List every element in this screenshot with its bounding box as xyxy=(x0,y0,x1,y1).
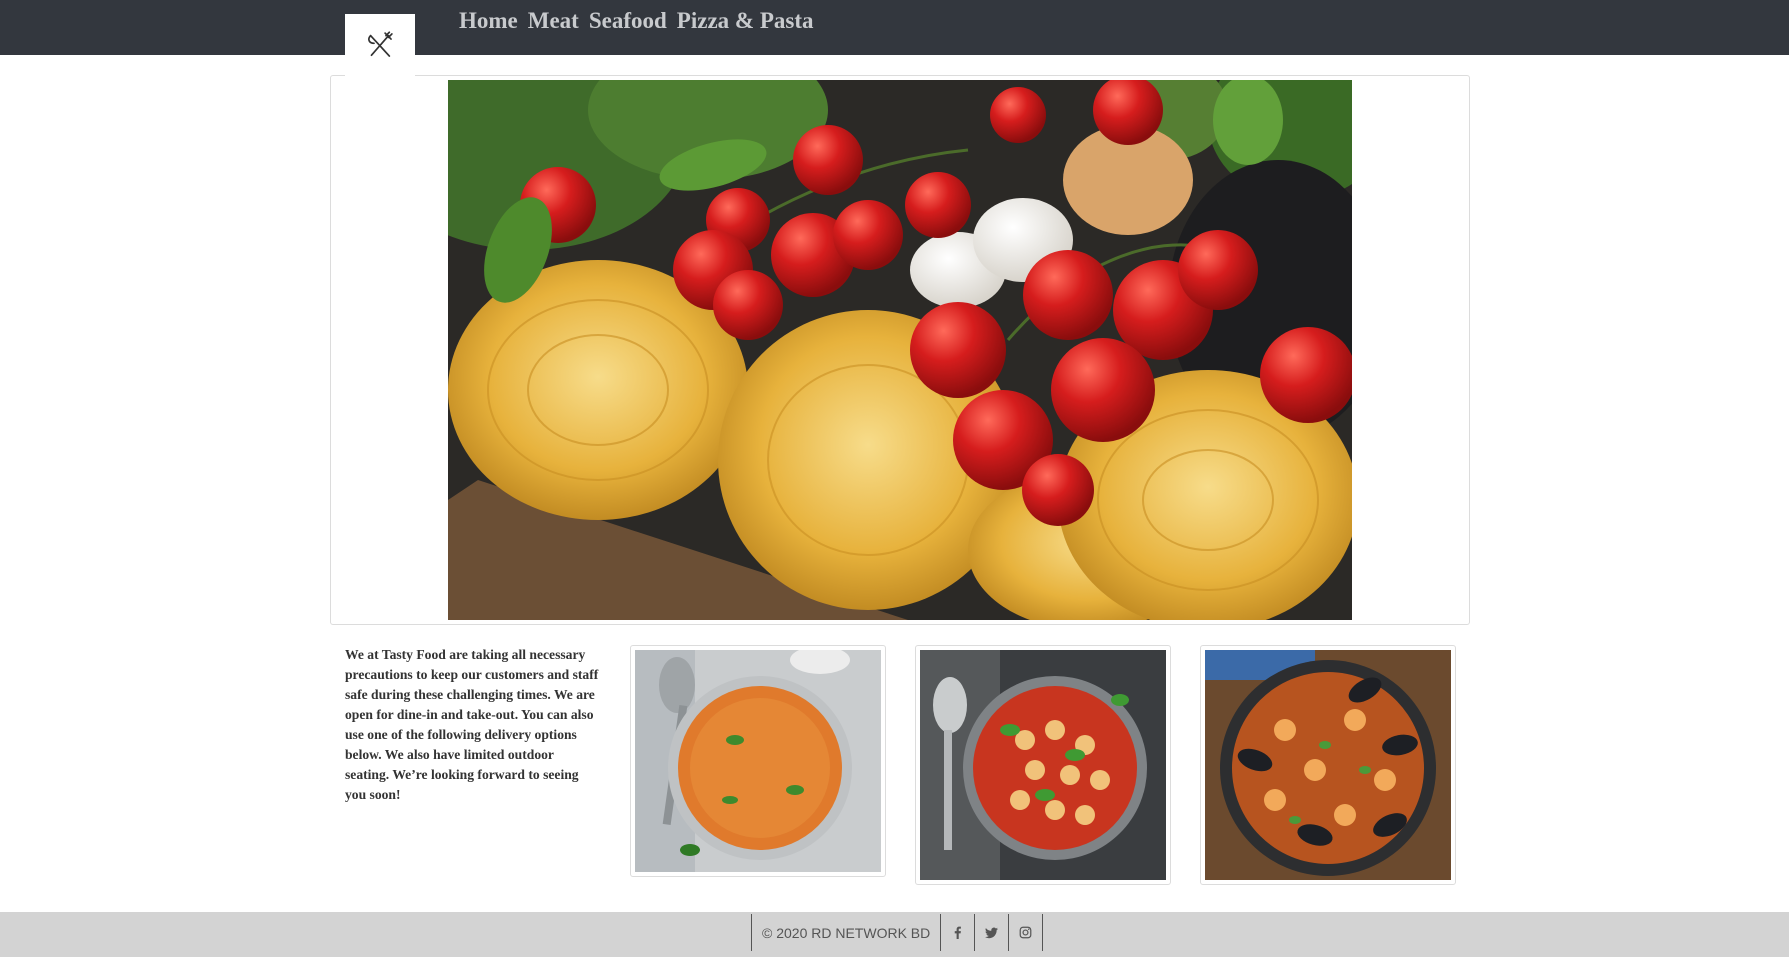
hero-image xyxy=(448,80,1352,620)
footer-bar: © 2020 RD NETWORK BD xyxy=(751,914,1044,951)
facebook-link[interactable] xyxy=(941,914,976,951)
tomato-risotto-image xyxy=(635,650,881,872)
twitter-icon xyxy=(985,927,999,939)
instagram-link[interactable] xyxy=(1009,914,1044,951)
nav-pizza-pasta[interactable]: Pizza & Pasta xyxy=(677,8,814,34)
gallery-card-gnocchi[interactable] xyxy=(915,645,1171,885)
top-navbar: Home Meat Seafood Pizza & Pasta xyxy=(0,0,1789,84)
footer: © 2020 RD NETWORK BD xyxy=(0,912,1789,957)
seafood-paella-image xyxy=(1205,650,1451,880)
nav-home[interactable]: Home xyxy=(459,8,518,34)
facebook-icon xyxy=(954,926,962,939)
instagram-icon xyxy=(1019,926,1032,939)
nav-seafood[interactable]: Seafood xyxy=(589,8,667,34)
main-nav: Home Meat Seafood Pizza & Pasta xyxy=(459,8,813,34)
nav-meat[interactable]: Meat xyxy=(528,8,579,34)
twitter-link[interactable] xyxy=(975,914,1010,951)
pasta-tomatoes-illustration xyxy=(448,80,1352,620)
logo[interactable] xyxy=(345,14,415,84)
gallery-card-paella[interactable] xyxy=(1200,645,1456,885)
fork-knife-icon xyxy=(368,31,393,57)
gnocchi-image xyxy=(920,650,1166,880)
gallery-card-risotto[interactable] xyxy=(630,645,886,877)
intro-paragraph: We at Tasty Food are taking all necessar… xyxy=(345,647,599,802)
copyright-text: © 2020 RD NETWORK BD xyxy=(752,914,942,951)
